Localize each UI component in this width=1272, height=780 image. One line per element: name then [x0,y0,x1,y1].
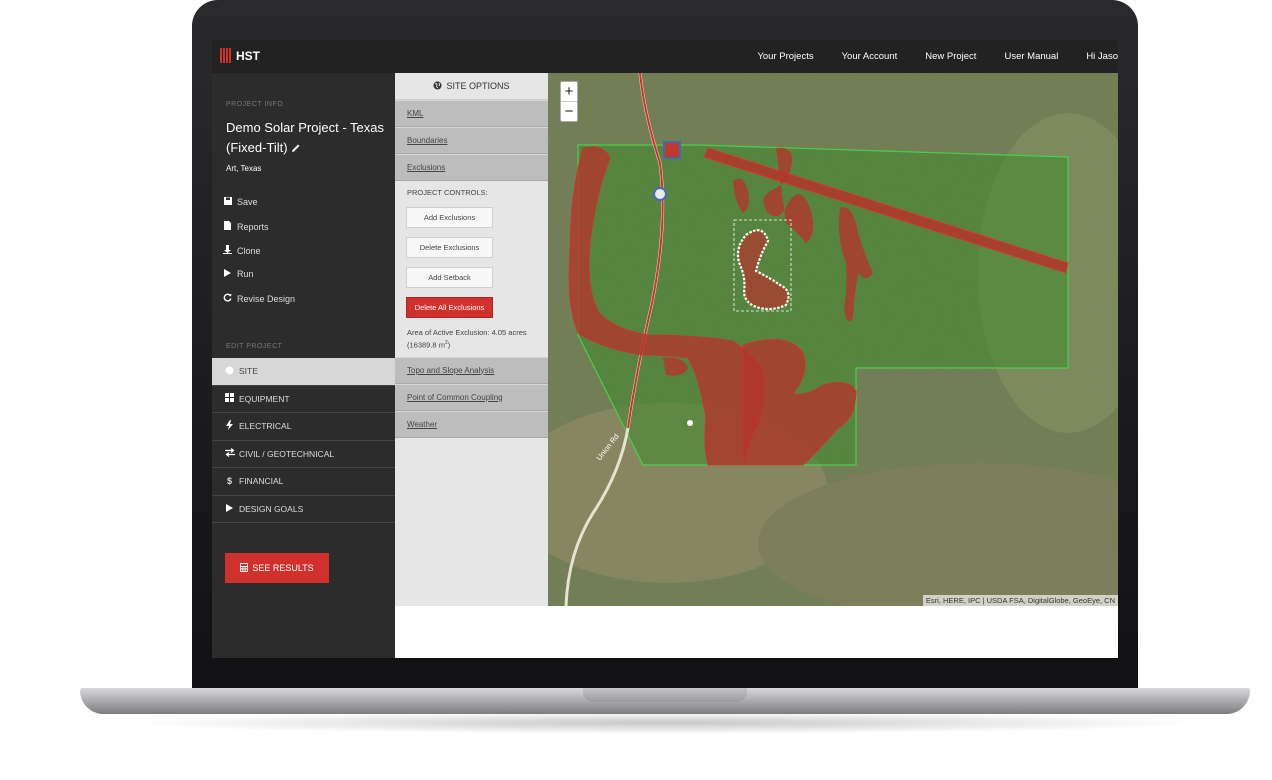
active-exclusion-area: Area of Active Exclusion: 4.05 acres (16… [395,318,548,357]
menu-item-equipment[interactable]: EQUIPMENT [212,386,395,413]
zoom-out-button[interactable]: − [561,101,577,121]
sidebar: PROJECT INFO Demo Solar Project - Texas … [212,73,395,658]
save-action[interactable]: Save [223,197,258,207]
area-metric-close: ) [447,340,451,350]
nav-your-account[interactable]: Your Account [842,51,898,62]
clone-icon [223,245,232,256]
delete-all-exclusions-button[interactable]: Delete All Exclusions [406,297,493,318]
map-canvas[interactable]: Union Rd [548,73,1118,606]
site-options-header: SITE OPTIONS [395,73,548,100]
exchange-icon [225,448,235,459]
nav-links: Your Projects Your Account New Project U… [729,40,1118,73]
menu-item-financial-label: FINANCIAL [239,476,284,487]
top-nav: HST Your Projects Your Account New Proje… [212,40,1118,73]
play-icon [225,503,234,514]
save-label: Save [237,197,258,207]
area-metric: (16389.8 m [407,340,445,350]
section-point-of-common-coupling[interactable]: Point of Common Coupling [395,383,548,411]
add-setback-button[interactable]: Add Setback [406,267,493,288]
edit-project-label: EDIT PROJECT [226,343,283,350]
delete-exclusions-button[interactable]: Delete Exclusions [406,237,493,258]
app-screen: HST Your Projects Your Account New Proje… [212,40,1118,658]
menu-item-civil-label: CIVIL / GEOTECHNICAL [239,448,335,459]
location-marker[interactable] [653,187,667,201]
file-icon [223,221,232,232]
play-icon [223,269,232,279]
globe-icon [225,366,234,377]
nav-user-manual[interactable]: User Manual [1004,51,1058,62]
revise-design-label: Revise Design [237,293,296,304]
refresh-icon [223,293,232,304]
save-icon [223,197,232,207]
add-exclusions-button[interactable]: Add Exclusions [406,207,493,228]
project-info-label: PROJECT INFO [226,101,284,108]
dollar-icon: $ [226,476,232,487]
run-label: Run [237,269,254,279]
project-title-text: Demo Solar Project - Texas (Fixed-Tilt) [226,120,384,155]
reports-action[interactable]: Reports [223,221,269,232]
nav-new-project[interactable]: New Project [925,51,976,62]
nav-your-projects[interactable]: Your Projects [757,51,813,62]
edit-project-menu: SITE EQUIPMENT ELECTRICAL CIVIL / GEOTEC… [212,358,395,523]
section-exclusions[interactable]: Exclusions [395,154,548,181]
pencil-icon[interactable] [291,139,301,152]
substation-marker[interactable] [663,141,681,159]
laptop-notch [583,688,747,702]
section-boundaries[interactable]: Boundaries [395,127,548,154]
site-options-title: SITE OPTIONS [446,81,510,91]
site-options-panel: SITE OPTIONS KML Boundaries Exclusions P… [395,73,548,658]
section-topo-slope[interactable]: Topo and Slope Analysis [395,356,548,384]
revise-design-action[interactable]: Revise Design [223,293,295,304]
map-attribution: Esri, HERE, IPC | USDA FSA, DigitalGlobe… [922,595,1118,606]
menu-item-civil-geotechnical[interactable]: CIVIL / GEOTECHNICAL [212,441,395,468]
menu-item-equipment-label: EQUIPMENT [239,393,290,404]
section-kml[interactable]: KML [395,100,548,127]
see-results-button[interactable]: SEE RESULTS [225,553,329,583]
project-location: Art, Texas [226,164,262,173]
satellite-map[interactable]: Union Rd + − Esri, HERE, IPC | USDA FSA,… [548,73,1118,606]
run-action[interactable]: Run [223,269,254,279]
calculator-icon [240,562,249,574]
building-marker [687,420,693,426]
zoom-in-button[interactable]: + [561,82,577,101]
grid-icon [225,393,234,404]
reports-label: Reports [237,221,269,232]
menu-item-financial[interactable]: $ FINANCIAL [212,468,395,496]
nav-user-greeting[interactable]: Hi Jaso [1086,51,1118,62]
menu-item-design-goals-label: DESIGN GOALS [239,503,304,514]
menu-item-site[interactable]: SITE [212,358,395,386]
content-footer-area [395,606,1118,658]
section-weather[interactable]: Weather [395,410,548,438]
brand-name: HST [236,48,260,63]
menu-item-electrical-label: ELECTRICAL [239,421,292,432]
menu-item-design-goals[interactable]: DESIGN GOALS [212,496,395,523]
see-results-label: SEE RESULTS [252,563,314,573]
project-controls-label: PROJECT CONTROLS: [407,188,488,197]
menu-item-electrical[interactable]: ELECTRICAL [212,413,395,441]
project-title[interactable]: Demo Solar Project - Texas (Fixed-Tilt) [226,118,391,158]
menu-item-site-label: SITE [239,366,258,377]
laptop-shadow [120,712,1210,734]
zoom-control: + − [560,81,578,122]
brand-logo[interactable]: HST [220,48,260,63]
area-value: Area of Active Exclusion: 4.05 acres [407,328,527,337]
clone-label: Clone [237,245,261,256]
globe-icon [433,81,442,92]
bolt-icon [225,420,234,432]
clone-action[interactable]: Clone [223,245,261,256]
logo-icon [220,48,231,63]
